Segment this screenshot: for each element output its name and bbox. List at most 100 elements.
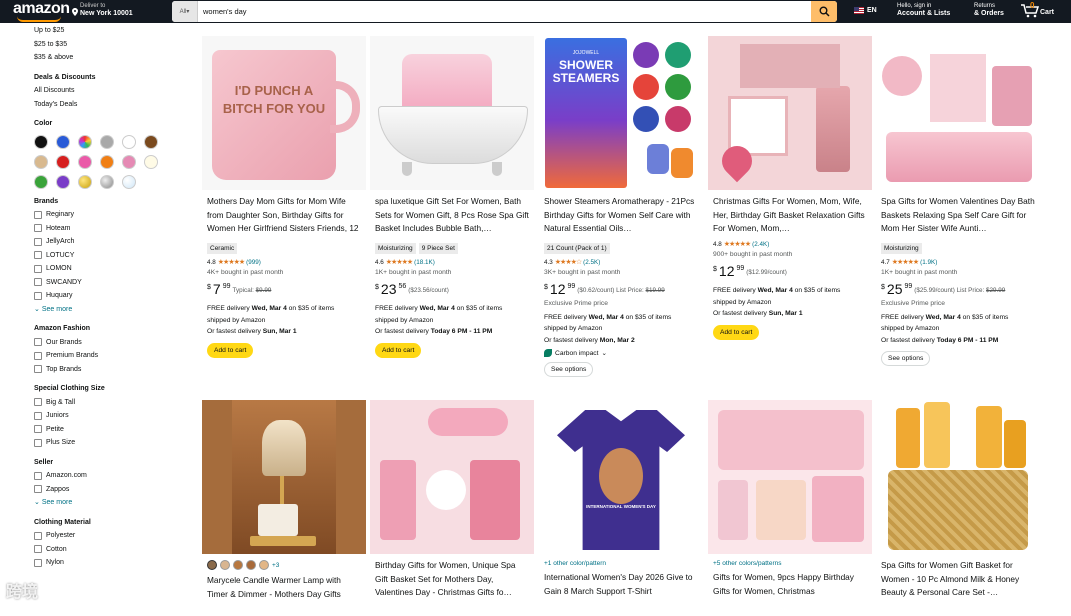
product-rating[interactable]: 4.8 ★★★★★ (999) bbox=[202, 258, 366, 267]
product-title[interactable]: spa luxetique Gift Set For Women, Bath S… bbox=[370, 195, 534, 237]
checkbox[interactable] bbox=[34, 438, 42, 447]
checkbox[interactable] bbox=[34, 425, 42, 434]
color-option[interactable] bbox=[259, 560, 269, 570]
account-menu[interactable]: Hello, sign in Account & Lists bbox=[897, 3, 950, 17]
color-swatch-multicolor[interactable] bbox=[78, 134, 92, 149]
color-option[interactable] bbox=[220, 560, 230, 570]
color-swatch-white[interactable] bbox=[122, 134, 136, 149]
material-checkbox-polyester[interactable]: Polyester bbox=[34, 529, 194, 543]
checkbox[interactable] bbox=[34, 558, 42, 567]
product-title[interactable]: Spa Gifts for Women Gift Basket for Wome… bbox=[876, 559, 1040, 601]
brand-checkbox-lotucy[interactable]: LOTUCY bbox=[34, 249, 194, 263]
product-image[interactable] bbox=[370, 36, 534, 190]
product-price[interactable]: $23 56 ($23.56/count) bbox=[370, 282, 534, 296]
size-checkbox-big-tall[interactable]: Big & Tall bbox=[34, 396, 194, 410]
checkbox[interactable] bbox=[34, 485, 42, 494]
color-swatch-brown[interactable] bbox=[144, 134, 158, 149]
brand-checkbox-hoteam[interactable]: Hoteam bbox=[34, 222, 194, 236]
returns-orders[interactable]: Returns & Orders bbox=[974, 3, 1004, 17]
brand-checkbox-huquary[interactable]: Huquary bbox=[34, 289, 194, 303]
color-swatch-clear[interactable] bbox=[122, 174, 136, 189]
color-option[interactable] bbox=[207, 560, 217, 570]
product-image[interactable] bbox=[370, 400, 534, 554]
product-price[interactable]: $12 99 ($12.99/count) bbox=[708, 264, 872, 278]
seller-checkbox-zappos[interactable]: Zappos bbox=[34, 483, 194, 497]
colors-link[interactable]: +1 other color/pattern bbox=[539, 560, 703, 567]
product-image[interactable] bbox=[708, 36, 872, 190]
product-title[interactable]: Birthday Gifts for Women, Unique Spa Gif… bbox=[370, 559, 534, 601]
material-checkbox-nylon[interactable]: Nylon bbox=[34, 556, 194, 570]
seller-see-more-link[interactable]: ⌄ See more bbox=[34, 496, 194, 510]
cart-button[interactable]: 0 Cart bbox=[1020, 1, 1054, 18]
product-rating[interactable]: 4.6 ★★★★★ (18.1K) bbox=[370, 258, 534, 267]
product-title[interactable]: Mothers Day Mom Gifts for Mom Wife from … bbox=[202, 195, 366, 237]
language-selector[interactable]: EN bbox=[854, 7, 877, 14]
product-image[interactable] bbox=[876, 36, 1040, 190]
color-swatch-green[interactable] bbox=[34, 174, 48, 189]
filter-price-up-to-25[interactable]: Up to $25 bbox=[34, 24, 194, 38]
color-option[interactable] bbox=[233, 560, 243, 570]
deliver-to[interactable]: Deliver to New York 10001 bbox=[72, 3, 133, 17]
brand-checkbox-jellyarch[interactable]: JellyArch bbox=[34, 235, 194, 249]
checkbox[interactable] bbox=[34, 471, 42, 480]
checkbox[interactable] bbox=[34, 278, 42, 287]
add-to-cart-button[interactable]: Add to cart bbox=[713, 324, 760, 340]
checkbox[interactable] bbox=[34, 398, 42, 407]
color-swatch-ivory[interactable] bbox=[144, 154, 158, 169]
add-to-cart-button[interactable]: Add to cart bbox=[207, 342, 254, 358]
checkbox[interactable] bbox=[34, 351, 42, 360]
checkbox[interactable] bbox=[34, 411, 42, 420]
colors-link[interactable]: +5 other colors/patterns bbox=[708, 560, 872, 567]
brand-checkbox-reginary[interactable]: Reginary bbox=[34, 208, 194, 222]
search-button[interactable] bbox=[811, 1, 837, 22]
product-image[interactable]: INTERNATIONAL WOMEN'S DAY bbox=[539, 400, 703, 554]
size-checkbox-juniors[interactable]: Juniors bbox=[34, 409, 194, 423]
color-swatch-red[interactable] bbox=[56, 154, 70, 169]
fashion-checkbox-our-brands[interactable]: Our Brands bbox=[34, 336, 194, 350]
product-image[interactable] bbox=[708, 400, 872, 554]
product-image[interactable] bbox=[876, 400, 1040, 554]
color-swatch-purple[interactable] bbox=[56, 174, 70, 189]
product-image[interactable] bbox=[202, 400, 366, 554]
product-title[interactable]: Spa Gifts for Women Valentines Day Bath … bbox=[876, 195, 1040, 237]
product-title[interactable]: Marycele Candle Warmer Lamp with Timer &… bbox=[202, 574, 366, 616]
color-swatch-blue[interactable] bbox=[56, 134, 70, 149]
checkbox[interactable] bbox=[34, 365, 42, 374]
product-price[interactable]: $12 99 ($0.62/count) List Price: $19.99 bbox=[539, 282, 703, 296]
filter-todays-deals[interactable]: Today's Deals bbox=[34, 98, 194, 112]
size-checkbox-petite[interactable]: Petite bbox=[34, 423, 194, 437]
brand-checkbox-lomon[interactable]: LOMON bbox=[34, 262, 194, 276]
product-image[interactable]: I'D PUNCH A BITCH FOR YOU bbox=[202, 36, 366, 190]
search-category-dropdown[interactable]: All ▾ bbox=[172, 1, 198, 22]
checkbox[interactable] bbox=[34, 545, 42, 554]
checkbox[interactable] bbox=[34, 338, 42, 347]
product-rating[interactable]: 4.7 ★★★★★ (1.9K) bbox=[876, 258, 1040, 267]
color-swatch-light-pink[interactable] bbox=[122, 154, 136, 169]
color-swatch-gray[interactable] bbox=[100, 134, 114, 149]
product-rating[interactable]: 4.8 ★★★★★ (2.4K) bbox=[708, 240, 872, 249]
color-swatch-gold[interactable] bbox=[78, 174, 92, 189]
size-checkbox-plus-size[interactable]: Plus Size bbox=[34, 436, 194, 450]
color-swatch-beige[interactable] bbox=[34, 154, 48, 169]
product-price[interactable]: $7 99 Typical: $9.99 bbox=[202, 282, 366, 296]
material-checkbox-cotton[interactable]: Cotton bbox=[34, 543, 194, 557]
fashion-checkbox-premium-brands[interactable]: Premium Brands bbox=[34, 349, 194, 363]
fashion-checkbox-top-brands[interactable]: Top Brands bbox=[34, 363, 194, 377]
color-option[interactable] bbox=[246, 560, 256, 570]
brands-see-more-link[interactable]: ⌄ See more bbox=[34, 303, 194, 317]
carbon-impact[interactable]: Carbon impact ⌄ bbox=[539, 349, 703, 357]
checkbox[interactable] bbox=[34, 531, 42, 540]
checkbox[interactable] bbox=[34, 224, 42, 233]
filter-price-25-35[interactable]: $25 to $35 bbox=[34, 38, 194, 52]
checkbox[interactable] bbox=[34, 237, 42, 246]
see-options-button[interactable]: See options bbox=[881, 351, 931, 366]
product-image[interactable]: JOJOWELL SHOWER STEAMERS bbox=[539, 36, 703, 190]
filter-all-discounts[interactable]: All Discounts bbox=[34, 84, 194, 98]
checkbox[interactable] bbox=[34, 291, 42, 300]
seller-checkbox-amazon[interactable]: Amazon.com bbox=[34, 469, 194, 483]
amazon-logo[interactable]: amazon bbox=[13, 1, 71, 22]
color-swatch-orange[interactable] bbox=[100, 154, 114, 169]
color-swatch-silver[interactable] bbox=[100, 174, 114, 189]
checkbox[interactable] bbox=[34, 264, 42, 273]
color-swatch-pink[interactable] bbox=[78, 154, 92, 169]
